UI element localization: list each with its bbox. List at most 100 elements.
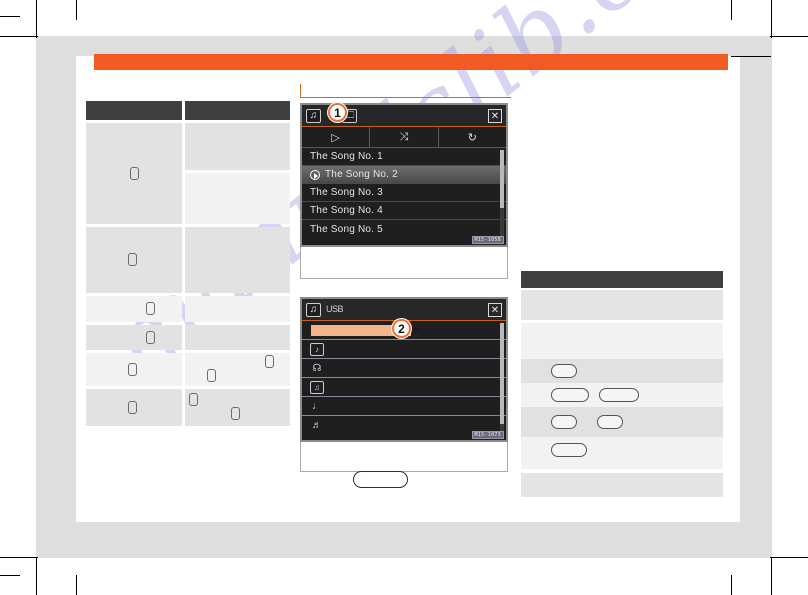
table-row	[86, 227, 182, 293]
spec-table-body	[86, 123, 290, 426]
list-item[interactable]: The Song No. 4	[302, 202, 506, 220]
table-row	[86, 389, 182, 426]
repeat-icon[interactable]: ↻	[439, 127, 506, 147]
redacted-glyph	[265, 355, 274, 368]
button-placeholder[interactable]	[597, 414, 624, 429]
music-note-icon[interactable]: ♫	[306, 302, 321, 317]
callout-badge-2: 2	[392, 319, 411, 338]
callout-badge-1: 1	[328, 103, 347, 122]
album-icon: ♫	[310, 380, 324, 394]
button-placeholder[interactable]	[599, 387, 640, 402]
crop-mark-br-v2	[731, 575, 732, 595]
scrollbar-thumb[interactable]	[500, 150, 504, 208]
table-row	[185, 296, 290, 322]
right-panel-text-block	[521, 323, 723, 359]
right-panel-footer	[521, 473, 723, 497]
list-item[interactable]: The Song No. 3	[302, 184, 506, 202]
track-list: The Song No. 1 The Song No. 2 The Song N…	[302, 148, 506, 245]
track-title: The Song No. 5	[310, 223, 383, 235]
track-title: The Song No. 1	[310, 151, 383, 162]
shuffle-icon[interactable]: ⤨	[370, 127, 439, 147]
table-row	[86, 325, 182, 350]
music-note-icon[interactable]: ♫	[306, 108, 321, 123]
crop-mark-bl-v	[36, 557, 37, 595]
crop-mark-tl-h2	[0, 16, 20, 17]
track-title: The Song No. 2	[325, 169, 398, 180]
button-placeholder[interactable]	[551, 387, 589, 402]
usb-icon[interactable]: USB	[326, 304, 344, 315]
screen-audio-toolbar: ▷ ⤨ ↻	[302, 127, 506, 148]
crop-mark-bl-h2	[0, 575, 20, 576]
redacted-glyph	[207, 369, 216, 382]
right-panel-body	[521, 323, 723, 469]
right-panel	[521, 271, 723, 497]
list-item[interactable]: ♪	[302, 340, 506, 359]
table-row	[86, 123, 182, 224]
crop-mark-tr-h	[770, 36, 808, 37]
crop-mark-tr-v2	[731, 0, 732, 20]
table-row	[185, 325, 290, 350]
crop-mark-bl-v2	[76, 575, 77, 595]
redacted-glyph	[146, 302, 155, 315]
redacted-glyph	[130, 167, 139, 180]
button-placeholder[interactable]	[551, 442, 587, 457]
crop-mark-tr-v	[771, 0, 772, 38]
inline-reference-button[interactable]	[353, 471, 408, 488]
redacted-glyph	[128, 401, 137, 414]
spec-table-header-cell-2	[185, 101, 290, 120]
right-panel-subheader	[521, 290, 723, 320]
redacted-glyph	[146, 331, 155, 344]
table-row	[185, 123, 290, 170]
spec-table-col-right	[185, 123, 290, 426]
redacted-glyph	[189, 393, 198, 406]
table-row	[86, 296, 182, 322]
track-list-icon: ♪	[310, 342, 324, 356]
figure-reference-code: M15-1073	[471, 431, 504, 439]
track-title: The Song No. 3	[310, 187, 383, 198]
crop-mark-tl-v	[36, 0, 37, 38]
close-icon[interactable]: ✕	[488, 303, 502, 317]
right-panel-row	[521, 407, 723, 437]
page-margin-left	[36, 36, 76, 558]
right-panel-row	[521, 383, 723, 407]
right-panel-row	[521, 437, 723, 465]
button-placeholder[interactable]	[551, 363, 577, 378]
usb-menu-list: ♪ ☊ ♫ ♩ ♬	[302, 321, 506, 440]
table-row	[185, 389, 290, 426]
crop-mark-tl-h	[0, 36, 38, 37]
table-row	[185, 353, 290, 386]
screen-audio-inner: ♫ 🗀 ✕ ▷ ⤨ ↻ The Song No. 1 The Song No. …	[302, 105, 506, 245]
redacted-glyph	[128, 253, 137, 266]
screen-usb-titlebar: ♫ USB ✕	[302, 299, 506, 321]
infotainment-screen-audio[interactable]: ♫ 🗀 ✕ ▷ ⤨ ↻ The Song No. 1 The Song No. …	[300, 103, 508, 247]
figure-caption-area	[300, 247, 508, 279]
figure-caption-area-2	[300, 442, 508, 472]
playlist-icon: ♬	[312, 420, 322, 431]
genre-icon: ♩	[312, 400, 322, 412]
list-item[interactable]: The Song No. 1	[302, 148, 506, 166]
crop-mark-tr-h2	[731, 56, 771, 57]
section-rule-line	[300, 97, 511, 98]
scrollbar-vertical[interactable]	[500, 150, 504, 243]
spec-table-header-row	[86, 101, 290, 120]
close-icon[interactable]: ✕	[488, 109, 502, 123]
list-item[interactable]: ♩	[302, 397, 506, 416]
center-column: ♫ 🗀 ✕ ▷ ⤨ ↻ The Song No. 1 The Song No. …	[300, 84, 515, 472]
infotainment-screen-usb[interactable]: ♫ USB ✕ ♪ ☊ ♫ ♩ ♬ M15-1073 2	[300, 297, 508, 442]
crop-mark-bl-h	[0, 557, 38, 558]
play-icon[interactable]: ▷	[302, 127, 371, 147]
now-playing-icon	[310, 169, 320, 180]
list-item[interactable]: ☊	[302, 359, 506, 378]
scrollbar-vertical[interactable]	[500, 323, 504, 438]
artist-icon: ☊	[312, 362, 322, 374]
list-item[interactable]: ♫	[302, 378, 506, 397]
list-item-selected[interactable]: The Song No. 2	[302, 166, 506, 184]
button-placeholder[interactable]	[551, 414, 577, 429]
scrollbar-thumb[interactable]	[500, 323, 504, 425]
table-row	[185, 173, 290, 224]
redacted-glyph	[128, 363, 137, 376]
crop-mark-br-v	[771, 557, 772, 595]
spec-table-col-left	[86, 123, 182, 426]
redacted-glyph	[231, 407, 240, 420]
crop-mark-tl-v2	[76, 0, 77, 20]
